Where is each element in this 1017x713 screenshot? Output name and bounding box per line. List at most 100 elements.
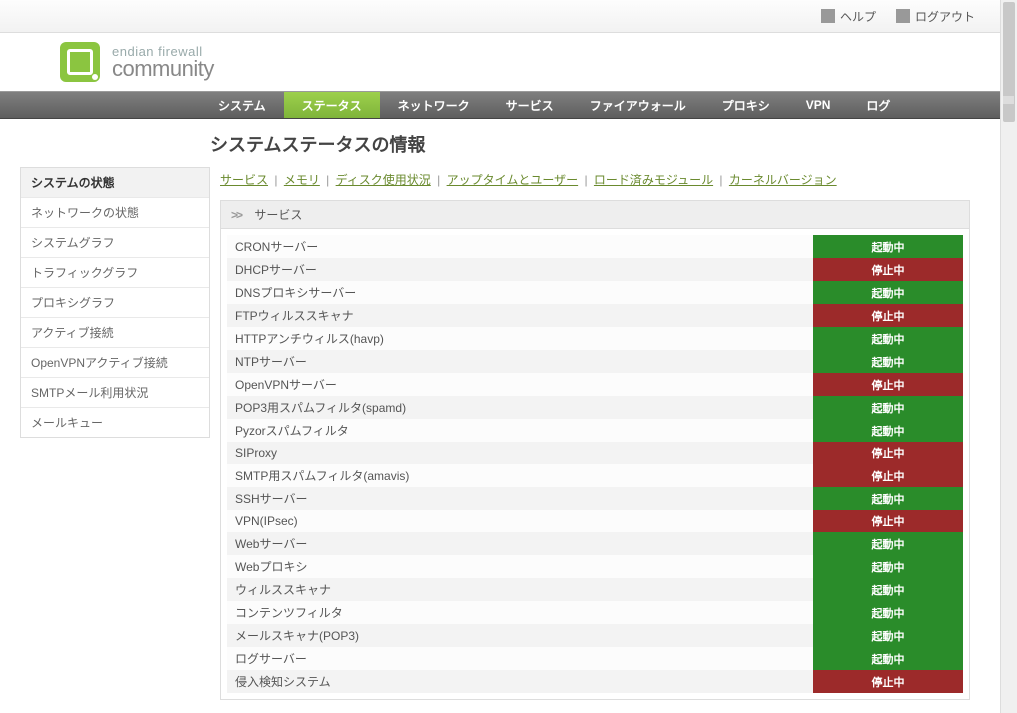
topbar: ヘルプ ログアウト	[0, 0, 1000, 33]
table-row: FTPウィルススキャナ停止中	[227, 304, 963, 327]
service-status: 停止中	[813, 304, 963, 327]
service-name: Pyzorスパムフィルタ	[227, 419, 813, 442]
separator: |	[716, 173, 726, 187]
nav-tab[interactable]: システム	[200, 92, 284, 118]
separator: |	[271, 173, 281, 187]
service-status: 起動中	[813, 647, 963, 670]
help-label: ヘルプ	[840, 8, 876, 25]
table-row: メールスキャナ(POP3)起動中	[227, 624, 963, 647]
sidebar: システムの状態ネットワークの状態システムグラフトラフィックグラフプロキシグラフア…	[20, 167, 210, 438]
logo-text: endian firewall community	[112, 45, 214, 80]
service-name: HTTPアンチウィルス(havp)	[227, 327, 813, 350]
nav-tab[interactable]: プロキシ	[704, 92, 788, 118]
table-row: NTPサーバー起動中	[227, 350, 963, 373]
table-row: Pyzorスパムフィルタ起動中	[227, 419, 963, 442]
service-status: 停止中	[813, 258, 963, 281]
service-status: 停止中	[813, 670, 963, 693]
service-name: OpenVPNサーバー	[227, 373, 813, 396]
nav-tab[interactable]: ステータス	[284, 92, 380, 118]
scrollbar-mark	[1003, 96, 1014, 104]
nav-tab[interactable]: サービス	[488, 92, 572, 118]
sidebar-item[interactable]: メールキュー	[21, 408, 209, 437]
nav-tab[interactable]: ファイアウォール	[572, 92, 704, 118]
service-status: 起動中	[813, 601, 963, 624]
service-status: 起動中	[813, 487, 963, 510]
header: endian firewall community	[0, 33, 1000, 91]
page-title: システムステータスの情報	[0, 119, 1000, 167]
service-status: 起動中	[813, 396, 963, 419]
service-status: 停止中	[813, 464, 963, 487]
content: サービス | メモリ | ディスク使用状況 | アップタイムとユーザー | ロー…	[210, 167, 1000, 713]
service-name: 侵入検知システム	[227, 670, 813, 693]
service-name: NTPサーバー	[227, 350, 813, 373]
service-name: Webプロキシ	[227, 555, 813, 578]
table-row: Webサーバー起動中	[227, 532, 963, 555]
subnav-link[interactable]: ディスク使用状況	[336, 173, 431, 187]
service-status: 停止中	[813, 373, 963, 396]
logout-label: ログアウト	[915, 8, 975, 25]
logout-link[interactable]: ログアウト	[896, 8, 975, 25]
sidebar-item[interactable]: SMTPメール利用状況	[21, 378, 209, 408]
sidebar-item[interactable]: システムグラフ	[21, 228, 209, 258]
table-row: SSHサーバー起動中	[227, 487, 963, 510]
table-row: ログサーバー起動中	[227, 647, 963, 670]
subnav-link[interactable]: アップタイムとユーザー	[447, 173, 579, 187]
service-name: CRONサーバー	[227, 235, 813, 258]
service-status: 起動中	[813, 327, 963, 350]
table-row: 侵入検知システム停止中	[227, 670, 963, 693]
sidebar-item[interactable]: トラフィックグラフ	[21, 258, 209, 288]
table-row: OpenVPNサーバー停止中	[227, 373, 963, 396]
service-status: 起動中	[813, 624, 963, 647]
service-status: 停止中	[813, 442, 963, 464]
sidebar-item[interactable]: プロキシグラフ	[21, 288, 209, 318]
logo-icon	[60, 42, 100, 82]
service-name: DNSプロキシサーバー	[227, 281, 813, 304]
sidebar-item[interactable]: アクティブ接続	[21, 318, 209, 348]
table-row: SMTP用スパムフィルタ(amavis)停止中	[227, 464, 963, 487]
subnav-link[interactable]: サービス	[220, 173, 268, 187]
service-name: VPN(IPsec)	[227, 510, 813, 532]
sub-nav: サービス | メモリ | ディスク使用状況 | アップタイムとユーザー | ロー…	[220, 167, 970, 200]
service-name: コンテンツフィルタ	[227, 601, 813, 624]
table-row: ウィルススキャナ起動中	[227, 578, 963, 601]
brand-big: community	[112, 58, 214, 80]
service-status: 起動中	[813, 532, 963, 555]
service-name: DHCPサーバー	[227, 258, 813, 281]
table-row: SIProxy停止中	[227, 442, 963, 464]
sidebar-item[interactable]: OpenVPNアクティブ接続	[21, 348, 209, 378]
service-status: 起動中	[813, 419, 963, 442]
service-name: FTPウィルススキャナ	[227, 304, 813, 327]
scrollbar-thumb[interactable]	[1003, 2, 1015, 122]
service-status: 起動中	[813, 281, 963, 304]
service-name: ウィルススキャナ	[227, 578, 813, 601]
services-table: CRONサーバー起動中DHCPサーバー停止中DNSプロキシサーバー起動中FTPウ…	[227, 235, 963, 693]
subnav-link[interactable]: カーネルバージョン	[729, 173, 837, 187]
panel-title: サービス	[254, 208, 302, 222]
service-status: 起動中	[813, 235, 963, 258]
panel-header: >> サービス	[221, 201, 969, 229]
service-name: POP3用スパムフィルタ(spamd)	[227, 396, 813, 419]
table-row: POP3用スパムフィルタ(spamd)起動中	[227, 396, 963, 419]
service-name: Webサーバー	[227, 532, 813, 555]
table-row: CRONサーバー起動中	[227, 235, 963, 258]
table-row: VPN(IPsec)停止中	[227, 510, 963, 532]
service-status: 起動中	[813, 555, 963, 578]
sidebar-item[interactable]: ネットワークの状態	[21, 198, 209, 228]
table-row: コンテンツフィルタ起動中	[227, 601, 963, 624]
service-status: 起動中	[813, 350, 963, 373]
vertical-scrollbar[interactable]	[1000, 0, 1017, 713]
nav-tab[interactable]: VPN	[788, 92, 849, 118]
separator: |	[434, 173, 444, 187]
service-name: SMTP用スパムフィルタ(amavis)	[227, 464, 813, 487]
nav-tab[interactable]: ログ	[848, 92, 908, 118]
subnav-link[interactable]: メモリ	[284, 173, 320, 187]
logout-icon	[896, 9, 910, 23]
help-link[interactable]: ヘルプ	[821, 8, 876, 25]
chevron-icon: >>	[231, 208, 241, 222]
service-status: 起動中	[813, 578, 963, 601]
table-row: HTTPアンチウィルス(havp)起動中	[227, 327, 963, 350]
nav-tab[interactable]: ネットワーク	[380, 92, 488, 118]
help-icon	[821, 9, 835, 23]
subnav-link[interactable]: ロード済みモジュール	[594, 173, 713, 187]
sidebar-item[interactable]: システムの状態	[21, 168, 209, 198]
